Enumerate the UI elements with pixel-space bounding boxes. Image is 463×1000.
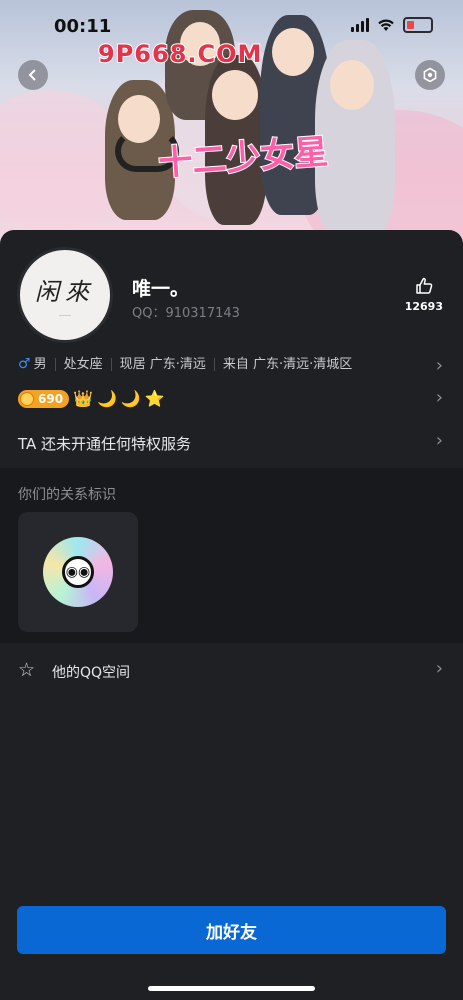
nickname: 唯一。 [132, 278, 190, 300]
chevron-left-icon [28, 69, 36, 81]
back-button[interactable] [18, 60, 48, 90]
chevron-right-icon[interactable]: › [436, 430, 443, 451]
smiley-face-icon: ◉◉ [62, 556, 94, 588]
add-friend-button[interactable]: 加好友 [17, 906, 446, 954]
wifi-icon [378, 19, 394, 31]
location-info: 现居 广东·清远 [110, 358, 214, 371]
coin-count: 690 [38, 392, 64, 406]
avatar[interactable]: 闲來 …… [17, 247, 113, 343]
home-indicator[interactable] [148, 986, 315, 991]
level-row[interactable]: 690 👑 🌙 🌙 ⭐ [18, 390, 165, 408]
banner-character-face [272, 28, 314, 76]
coin-icon [20, 392, 34, 406]
profile-sheet: 闲來 …… 唯一。 QQ：910317143 12693 ♂ 男 处女座 现居 广… [0, 230, 463, 1000]
relationship-badge-icon: ◉◉ [43, 537, 113, 607]
banner-character-face [212, 70, 258, 120]
crown-icon: 👑 [73, 389, 93, 408]
qzone-label: 他的QQ空间 [52, 665, 131, 681]
battery-icon [403, 17, 433, 33]
male-icon: ♂ [18, 356, 31, 372]
privilege-text[interactable]: TA 还未开通任何特权服务 [18, 433, 191, 454]
relationship-badge-card[interactable]: ◉◉ [18, 512, 138, 632]
banner-watermark: 9P668.COM [97, 39, 263, 69]
status-time: 00:11 [54, 16, 112, 37]
basic-info-row[interactable]: ♂ 男 处女座 现居 广东·清远 来自 广东·清远·清城区 [18, 356, 443, 372]
cellular-signal-icon [351, 18, 369, 32]
like-count: 12693 [404, 300, 443, 313]
gender-info: ♂ 男 [18, 356, 47, 372]
relationship-section: 你们的关系标识 ◉◉ [0, 468, 463, 643]
hexagon-icon [423, 67, 437, 83]
chevron-right-icon: › [435, 658, 443, 679]
qq-number: QQ：910317143 [132, 306, 240, 321]
profile-cover-banner: 9P668.COM 十二少女星 00:11 [0, 0, 463, 245]
hometown-info: 来自 广东·清远·清城区 [213, 358, 360, 371]
status-icons [351, 17, 433, 33]
relationship-title: 你们的关系标识 [18, 487, 116, 503]
zodiac-info: 处女座 [54, 358, 111, 371]
qzone-row[interactable]: ☆ 他的QQ空间 › [0, 645, 463, 697]
like-button[interactable]: 12693 [405, 276, 443, 313]
avatar-subtext: …… [59, 311, 71, 318]
thumbs-up-icon [416, 277, 433, 294]
moon-icon: 🌙 [96, 389, 117, 408]
star-outline-icon: ☆ [18, 659, 36, 681]
more-options-button[interactable] [415, 60, 445, 90]
banner-character-face [330, 60, 374, 110]
moon-icon: 🌙 [120, 389, 141, 408]
star-icon: ⭐ [144, 389, 165, 408]
chevron-right-icon[interactable]: › [436, 387, 443, 408]
avatar-text: 闲來 [35, 278, 95, 306]
coin-badge: 690 [18, 390, 70, 408]
chevron-right-icon[interactable]: › [436, 355, 443, 376]
